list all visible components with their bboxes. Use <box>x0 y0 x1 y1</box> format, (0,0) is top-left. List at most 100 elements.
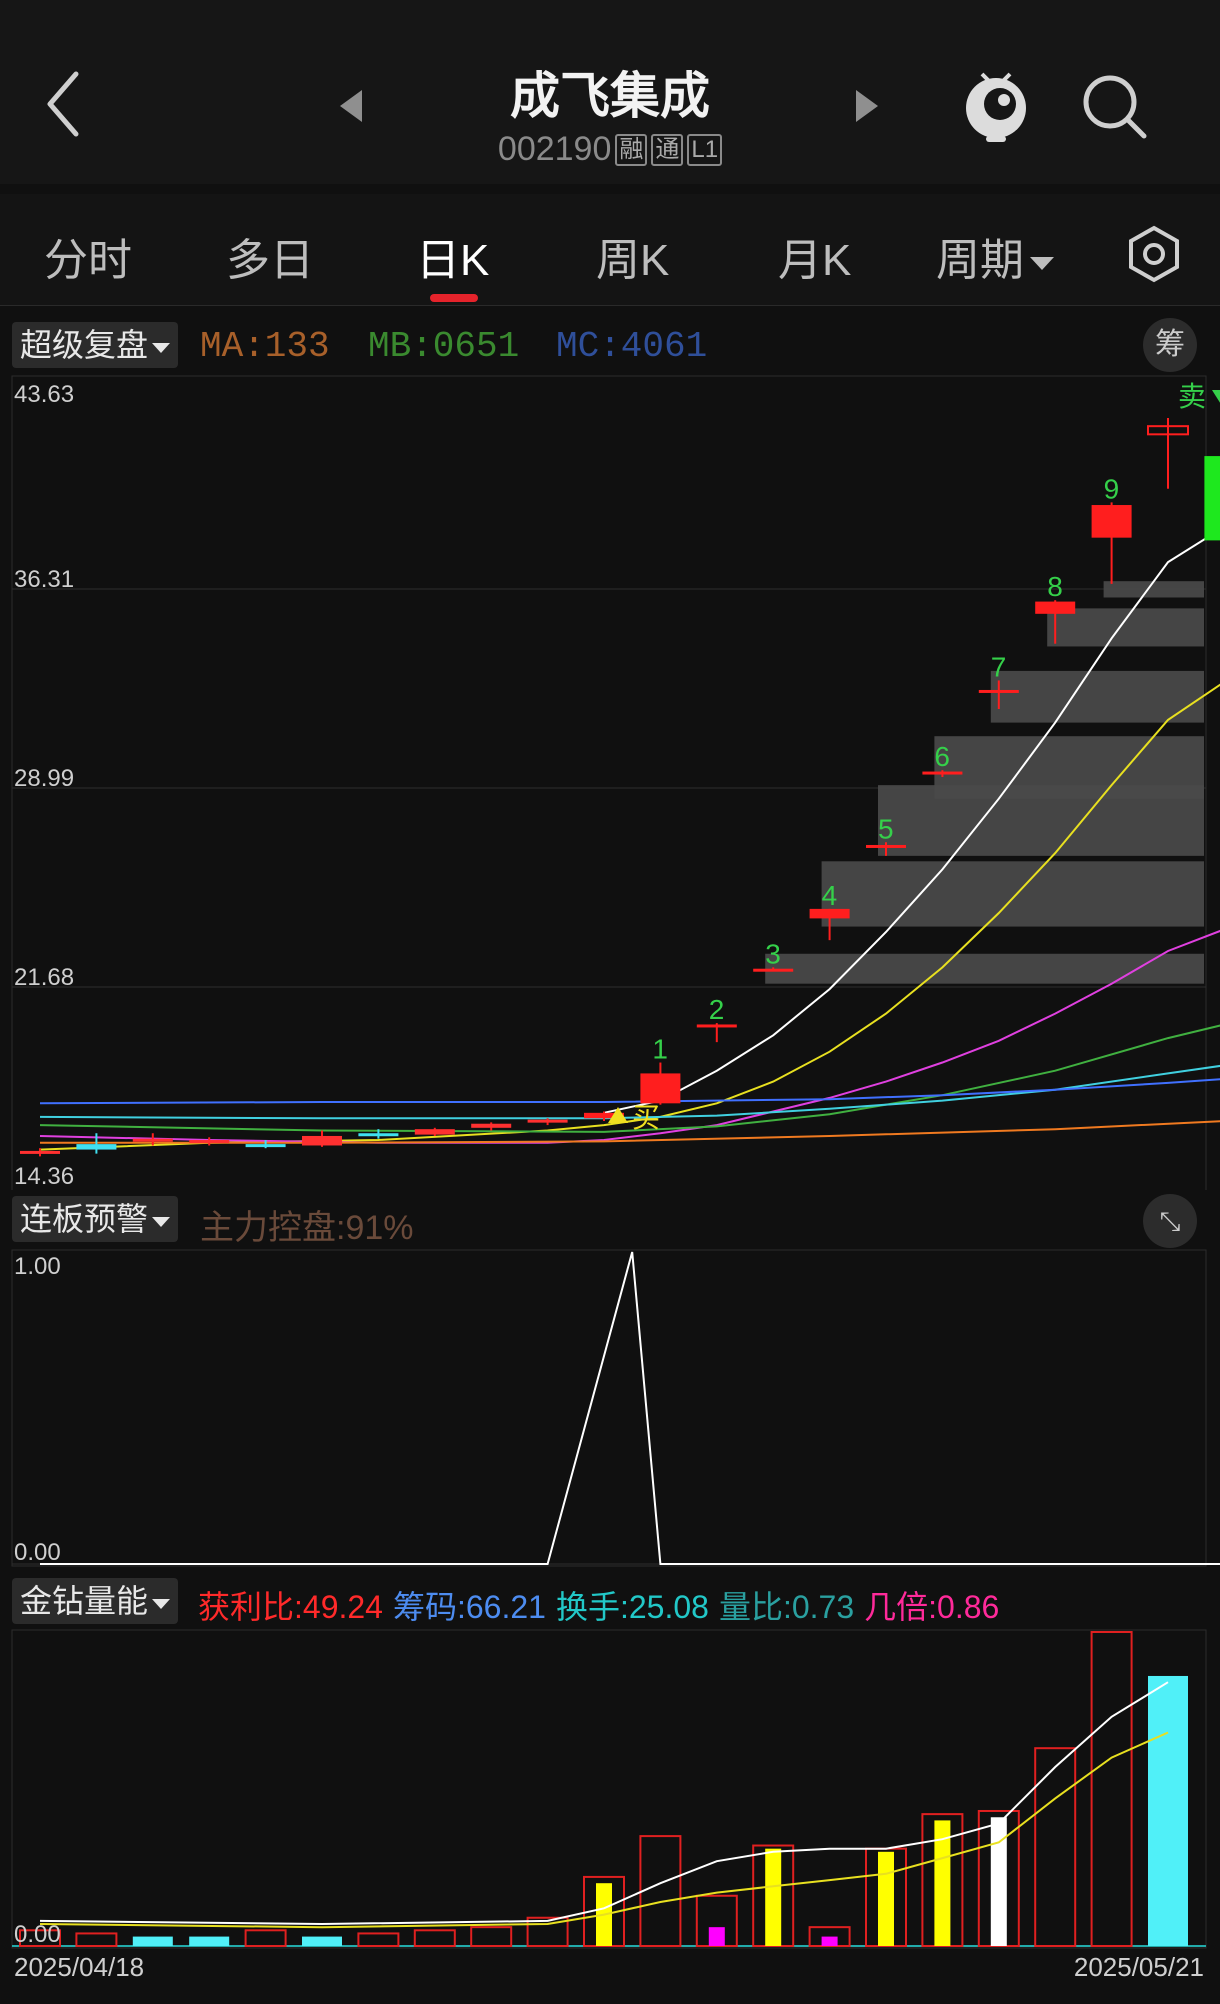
chip-distribution-button[interactable]: 筹 <box>1143 318 1197 372</box>
count-label: 1 <box>652 1034 668 1065</box>
volume-inner-bar <box>990 1817 1007 1946</box>
y-tick-label: 28.99 <box>14 765 74 792</box>
count-label: 5 <box>878 813 894 844</box>
settings-hexagon-icon[interactable] <box>1124 224 1184 284</box>
dropdown-arrow-icon <box>1030 256 1054 270</box>
chip-zone <box>1103 581 1204 598</box>
tab-period-label: 周期 <box>936 236 1024 285</box>
count-label: 9 <box>1104 473 1120 504</box>
candle-body <box>640 1073 681 1104</box>
candle-body <box>527 1119 568 1123</box>
y-tick-label: 1.00 <box>14 1253 61 1280</box>
tab-monthly-k[interactable]: 月K <box>778 224 851 288</box>
count-label: 6 <box>934 741 950 772</box>
volume-stat: 几倍:0.86 <box>864 1589 1000 1625</box>
volume-stat: 获利比:49.24 <box>198 1589 383 1625</box>
candle-body <box>302 1135 342 1146</box>
y-tick-label: 14.36 <box>14 1163 74 1190</box>
candle-body <box>20 1150 60 1154</box>
expand-icon[interactable]: ⤡ <box>1143 1194 1197 1248</box>
volume-inner-bar <box>708 1927 725 1946</box>
mb-indicator: MB:0651 <box>368 326 520 367</box>
volume-inner-bar <box>821 1936 838 1946</box>
stock-name: 成飞集成 <box>510 68 710 124</box>
lianban-warning-label: 连板预警 <box>20 1201 149 1237</box>
candlestick-chart[interactable]: 43.63 36.31 28.99 21.68 14.36 1 2 3 4 5 6 7 8 9 买 卖 <box>0 374 1220 1190</box>
tab-period[interactable]: 周期 <box>936 224 1054 288</box>
volume-bar <box>470 1926 513 1948</box>
buy-signal-label: 买 <box>632 1102 660 1133</box>
tab-daily-k[interactable]: 日K <box>416 224 489 288</box>
chip-zone <box>1047 608 1204 647</box>
tab-weekly-k[interactable]: 周K <box>596 224 669 288</box>
y-tick-label: 0.00 <box>14 1921 61 1948</box>
candle-body <box>76 1144 117 1150</box>
volume-bar <box>1034 1747 1077 1948</box>
candle-body <box>471 1123 512 1128</box>
chip-zone <box>821 861 1204 927</box>
ma-line <box>39 1024 1220 1133</box>
y-tick-label: 0.00 <box>14 1539 61 1566</box>
volume-energy-label: 金钻量能 <box>20 1583 149 1619</box>
stock-code: 002190 <box>497 130 612 168</box>
count-label: 8 <box>1047 571 1063 602</box>
prev-stock-icon[interactable] <box>338 88 364 124</box>
back-arrow-icon[interactable] <box>40 64 92 144</box>
tab-intraday[interactable]: 分时 <box>44 224 132 288</box>
volume-chart[interactable]: 0.00 2025/04/18 2025/05/21 <box>0 1628 1220 2004</box>
candle-body <box>1035 601 1076 614</box>
candle-body <box>978 689 1019 693</box>
chart-border <box>11 1249 1207 1567</box>
stock-code-row: 002190 融 通 L1 <box>410 130 810 169</box>
candle-body <box>1091 505 1132 538</box>
dropdown-arrow-icon <box>152 342 171 353</box>
mc-indicator: MC:4061 <box>556 326 708 367</box>
connect-tag: 通 <box>651 133 684 166</box>
volume-inner-bar <box>878 1851 894 1946</box>
next-stock-icon[interactable] <box>854 88 880 124</box>
dropdown-arrow-icon <box>152 1216 171 1227</box>
count-label: 2 <box>709 994 725 1025</box>
volume-energy-dropdown[interactable]: 金钻量能 <box>12 1578 179 1624</box>
margin-tag: 融 <box>615 133 648 166</box>
volume-bar <box>189 1936 230 1946</box>
super-review-dropdown[interactable]: 超级复盘 <box>12 322 179 368</box>
volume-stats: 获利比:49.24 筹码:66.21 换手:25.08 量比:0.73 几倍:0.86 <box>198 1582 999 1628</box>
candle-body <box>245 1144 286 1148</box>
sell-arrow-icon <box>1212 390 1220 403</box>
volume-bar <box>1090 1631 1133 1947</box>
search-icon[interactable] <box>1080 72 1150 142</box>
x-end-date: 2025/05/21 <box>1074 1952 1204 1982</box>
volume-bar <box>1148 1675 1188 1946</box>
y-tick-label: 36.31 <box>14 566 74 593</box>
volume-bar <box>132 1936 173 1946</box>
volume-stat: 量比:0.73 <box>718 1589 855 1625</box>
lianban-chart[interactable]: 1.00 0.00 <box>0 1248 1220 1570</box>
volume-bar <box>75 1932 118 1948</box>
candle-body <box>866 844 906 848</box>
lianban-line <box>40 1251 1220 1565</box>
ma-indicator: MA:133 <box>200 326 330 367</box>
ma-line <box>39 1078 1220 1105</box>
active-tab-indicator <box>430 294 478 302</box>
volume-bar <box>244 1929 287 1947</box>
period-tabs: 分时 多日 日K 周K 月K 周期 <box>0 194 1220 306</box>
chip-zone <box>934 736 1204 799</box>
candle-body <box>132 1138 173 1142</box>
mascot-icon[interactable] <box>960 64 1032 144</box>
candle-body <box>414 1129 455 1135</box>
count-label: 7 <box>991 651 1007 682</box>
dropdown-arrow-icon <box>152 1598 171 1609</box>
main-control-indicator: 主力控盘:91% <box>200 1209 414 1247</box>
volume-bar <box>302 1936 342 1946</box>
tab-multi-day[interactable]: 多日 <box>226 224 314 288</box>
chip-zone <box>990 670 1204 723</box>
lianban-warning-dropdown[interactable]: 连板预警 <box>12 1196 179 1242</box>
level-tag: L1 <box>687 133 723 166</box>
count-label: 4 <box>822 880 838 911</box>
y-tick-label: 43.63 <box>14 381 74 408</box>
candle-body <box>1204 456 1220 541</box>
header-bar: 成飞集成 002190 融 通 L1 <box>0 0 1220 184</box>
volume-stat: 换手:25.08 <box>555 1589 709 1625</box>
volume-inner-bar <box>765 1848 782 1946</box>
